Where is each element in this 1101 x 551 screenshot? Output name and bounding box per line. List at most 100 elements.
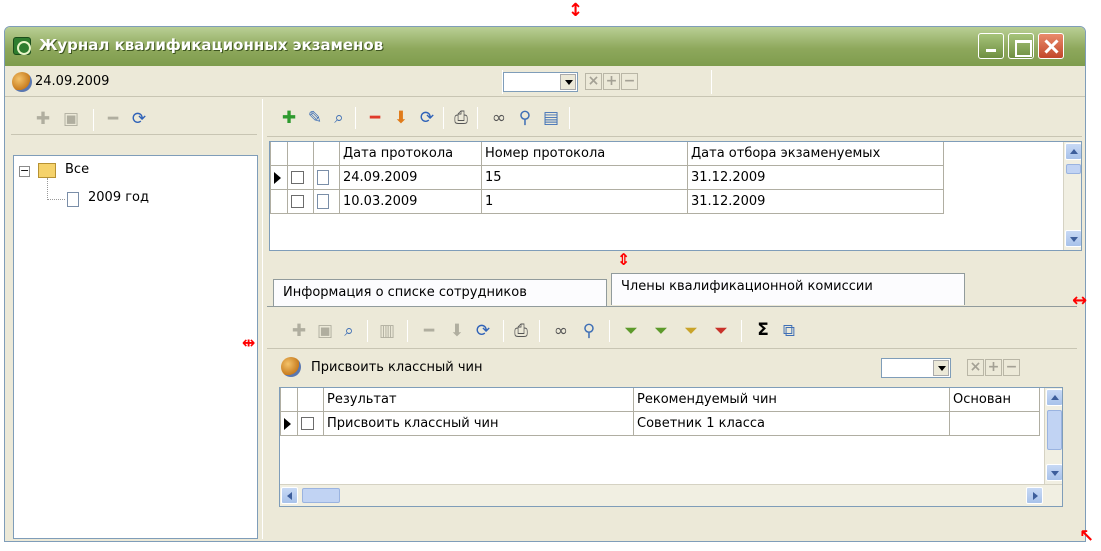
horizontal-scrollbar[interactable] xyxy=(280,484,1062,506)
resize-handle-right[interactable]: ↔ xyxy=(1072,292,1087,310)
refresh-icon[interactable]: ⟳ xyxy=(473,321,493,341)
column-header[interactable]: Рекомендуемый чин xyxy=(633,388,950,412)
remove-filter-button[interactable]: − xyxy=(621,73,638,90)
edit-icon[interactable]: ▣ xyxy=(61,109,81,129)
icon-header xyxy=(313,142,340,166)
cell-rank[interactable]: Советник 1 класса xyxy=(633,411,950,436)
tree-line xyxy=(47,199,65,200)
action-combo[interactable] xyxy=(881,358,951,378)
find-icon[interactable]: ⚲ xyxy=(515,108,535,128)
filter-icon[interactable]: ⏷ xyxy=(651,321,671,341)
row-checkbox[interactable] xyxy=(301,417,314,430)
cell-selection-date[interactable]: 31.12.2009 xyxy=(687,189,944,214)
resize-handle-top[interactable]: ↕ xyxy=(568,2,583,20)
collapse-toggle[interactable]: − xyxy=(19,165,30,177)
row-checkbox[interactable] xyxy=(291,195,304,208)
edit-icon[interactable]: ✎ xyxy=(305,108,325,128)
scroll-thumb[interactable] xyxy=(1047,410,1062,450)
column-header[interactable]: Результат xyxy=(323,388,634,412)
cell-date[interactable]: 24.09.2009 xyxy=(339,165,482,190)
table-row[interactable]: 10.03.2009 1 31.12.2009 xyxy=(270,189,944,214)
add-action-button[interactable]: + xyxy=(985,359,1002,376)
chevron-down-icon[interactable] xyxy=(933,360,949,376)
filter-edit-icon[interactable]: ⏷ xyxy=(681,321,701,341)
close-button[interactable] xyxy=(1038,33,1064,59)
tab-commission[interactable]: Члены квалификационной комиссии xyxy=(611,273,965,305)
cell-date[interactable]: 10.03.2009 xyxy=(339,189,482,214)
view-icon[interactable]: ∞ xyxy=(551,321,571,341)
clear-filter-button[interactable]: × xyxy=(585,73,602,90)
scroll-up-button[interactable] xyxy=(1046,389,1062,406)
find-icon[interactable]: ⚲ xyxy=(579,321,599,341)
tab-employees[interactable]: Информация о списке сотрудников xyxy=(273,279,607,307)
column-header[interactable]: Основан xyxy=(949,388,1040,412)
action-selected[interactable]: Присвоить классный чин xyxy=(311,360,482,375)
tab-divider xyxy=(267,306,1077,307)
table-row[interactable]: 24.09.2009 15 31.12.2009 xyxy=(270,165,944,190)
scroll-up-button[interactable] xyxy=(1065,143,1081,160)
delete-icon[interactable]: ━ xyxy=(103,109,123,129)
delete-icon[interactable]: ━ xyxy=(365,108,385,128)
row-checkbox[interactable] xyxy=(291,171,304,184)
filter-add-icon[interactable]: ⏷ xyxy=(621,321,641,341)
separator xyxy=(367,320,368,342)
separator xyxy=(569,107,570,129)
scroll-down-button[interactable] xyxy=(1046,464,1062,481)
protocols-toolbar: ✚ ✎ ⌕ ━ ⬇ ⟳ ⎙ ∞ ⚲ ▤ xyxy=(267,99,1082,137)
vertical-scrollbar[interactable] xyxy=(1063,142,1081,250)
print-icon[interactable]: ⎙ xyxy=(511,321,531,341)
cell-selection-date[interactable]: 31.12.2009 xyxy=(687,165,944,190)
column-header[interactable]: Дата отбора экзаменуемых xyxy=(687,142,944,166)
column-header[interactable]: Дата протокола xyxy=(339,142,482,166)
copy-icon[interactable]: ▥ xyxy=(377,321,397,341)
search-icon[interactable]: ⌕ xyxy=(339,321,359,341)
resize-handle-left[interactable]: ⇹ xyxy=(242,334,255,352)
resize-handle-corner[interactable]: ↖ xyxy=(1079,528,1094,546)
print-icon[interactable]: ⎙ xyxy=(451,108,471,128)
delete-icon[interactable]: ━ xyxy=(419,321,439,341)
edit-icon[interactable]: ▣ xyxy=(315,321,335,341)
title-bar[interactable]: Журнал квалификационных экзаменов xyxy=(5,27,1085,66)
panel-splitter[interactable] xyxy=(262,99,263,539)
separator xyxy=(503,320,504,342)
add-filter-button[interactable]: + xyxy=(603,73,620,90)
chevron-down-icon[interactable] xyxy=(560,74,576,90)
move-down-icon[interactable]: ⬇ xyxy=(391,108,411,128)
scroll-right-button[interactable] xyxy=(1026,487,1043,504)
vertical-scrollbar[interactable] xyxy=(1044,388,1062,484)
cell-basis[interactable] xyxy=(949,411,1040,436)
scroll-down-button[interactable] xyxy=(1065,230,1081,247)
cell-result[interactable]: Присвоить классный чин xyxy=(323,411,634,436)
filter-combo[interactable] xyxy=(503,72,578,92)
maximize-button[interactable] xyxy=(1008,33,1034,59)
search-icon[interactable]: ⌕ xyxy=(329,108,349,128)
clear-action-button[interactable]: × xyxy=(967,359,984,376)
preview-icon[interactable]: ⧉ xyxy=(779,321,799,341)
splitter-handle[interactable]: ⇕ xyxy=(617,251,630,269)
move-down-icon[interactable]: ⬇ xyxy=(447,321,467,341)
filter-clear-icon[interactable]: ⏷ xyxy=(711,321,731,341)
scroll-thumb[interactable] xyxy=(1066,164,1081,174)
left-toolbar: ✚ ▣ ━ ⟳ xyxy=(11,101,257,135)
scroll-left-button[interactable] xyxy=(281,487,298,504)
table-row[interactable]: Присвоить классный чин Советник 1 класса xyxy=(280,411,1040,436)
sum-icon[interactable]: Σ xyxy=(753,320,773,340)
tree-item-all[interactable]: Все xyxy=(65,162,89,177)
view-icon[interactable]: ∞ xyxy=(489,108,509,128)
column-header[interactable]: Номер протокола xyxy=(481,142,688,166)
add-icon[interactable]: ✚ xyxy=(289,321,309,341)
document-icon xyxy=(317,194,329,209)
scroll-thumb-h[interactable] xyxy=(302,488,340,503)
current-row-icon xyxy=(284,417,291,430)
minimize-button[interactable] xyxy=(978,33,1004,59)
refresh-icon[interactable]: ⟳ xyxy=(417,108,437,128)
cell-number[interactable]: 15 xyxy=(481,165,688,190)
export-icon[interactable]: ▤ xyxy=(541,108,561,128)
add-icon[interactable]: ✚ xyxy=(33,109,53,129)
add-icon[interactable]: ✚ xyxy=(279,108,299,128)
remove-action-button[interactable]: − xyxy=(1003,359,1020,376)
refresh-icon[interactable]: ⟳ xyxy=(129,109,149,129)
tree-item-2009[interactable]: 2009 год xyxy=(88,190,149,205)
checkbox-header xyxy=(297,388,324,412)
cell-number[interactable]: 1 xyxy=(481,189,688,214)
